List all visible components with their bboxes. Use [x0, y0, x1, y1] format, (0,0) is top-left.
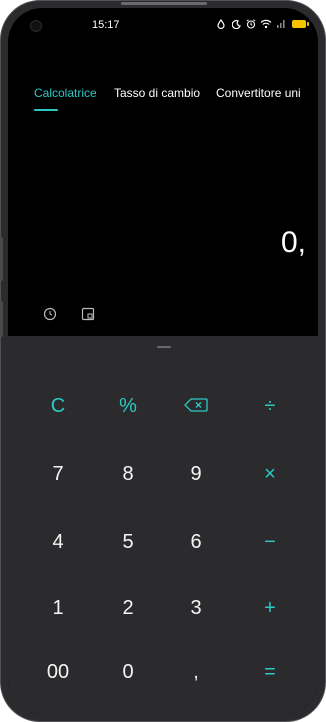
mode-tabs: Calcolatrice Tasso di cambio Convertitor… — [8, 86, 318, 116]
moon-icon — [230, 17, 242, 31]
digit-6-button[interactable]: 6 — [164, 512, 228, 572]
tab-tasso-di-cambio[interactable]: Tasso di cambio — [114, 86, 200, 100]
digit-9-button[interactable]: 9 — [164, 444, 228, 504]
alarm-icon — [245, 17, 257, 31]
digit-7-button[interactable]: 7 — [26, 444, 90, 504]
battery-icon — [290, 17, 309, 31]
active-tab-indicator — [34, 109, 58, 111]
divide-button[interactable]: ÷ — [238, 376, 302, 436]
scientific-mode-icon[interactable] — [80, 306, 96, 322]
status-time: 15:17 — [92, 19, 120, 31]
power-button — [0, 301, 3, 337]
double-zero-button[interactable]: 00 — [26, 642, 90, 702]
tab-convertitore-unita[interactable]: Convertitore uni — [216, 86, 301, 100]
keypad: C % ÷ 7 8 9 × 4 5 6 − 1 2 3 + 00 0 , = — [8, 336, 318, 714]
drag-handle[interactable] — [157, 346, 171, 348]
earpiece-speaker — [121, 2, 207, 5]
clear-button[interactable]: C — [26, 376, 90, 436]
digit-0-button[interactable]: 0 — [96, 642, 160, 702]
decimal-comma-button[interactable]: , — [164, 642, 228, 702]
plus-button[interactable]: + — [238, 578, 302, 638]
digit-2-button[interactable]: 2 — [96, 578, 160, 638]
multiply-button[interactable]: × — [238, 444, 302, 504]
front-camera — [30, 20, 42, 32]
wifi-icon — [260, 17, 272, 31]
volume-button — [0, 237, 3, 281]
screen: 15:17 Calcolatrice Tasso di cambio Conve… — [8, 8, 318, 714]
signal-icon — [275, 17, 287, 31]
backspace-button[interactable] — [164, 376, 228, 436]
history-icon[interactable] — [42, 306, 58, 322]
equals-button[interactable]: = — [238, 642, 302, 702]
water-drop-icon — [215, 17, 227, 31]
tab-calcolatrice[interactable]: Calcolatrice — [34, 86, 97, 100]
digit-1-button[interactable]: 1 — [26, 578, 90, 638]
status-bar: 15:17 — [8, 8, 318, 44]
digit-4-button[interactable]: 4 — [26, 512, 90, 572]
digit-3-button[interactable]: 3 — [164, 578, 228, 638]
phone-frame: 15:17 Calcolatrice Tasso di cambio Conve… — [0, 0, 326, 722]
percent-button[interactable]: % — [96, 376, 160, 436]
digit-8-button[interactable]: 8 — [96, 444, 160, 504]
result-display: 0, — [280, 226, 306, 259]
minus-button[interactable]: − — [238, 512, 302, 572]
backspace-icon — [184, 395, 208, 418]
digit-5-button[interactable]: 5 — [96, 512, 160, 572]
status-icons — [215, 17, 309, 31]
